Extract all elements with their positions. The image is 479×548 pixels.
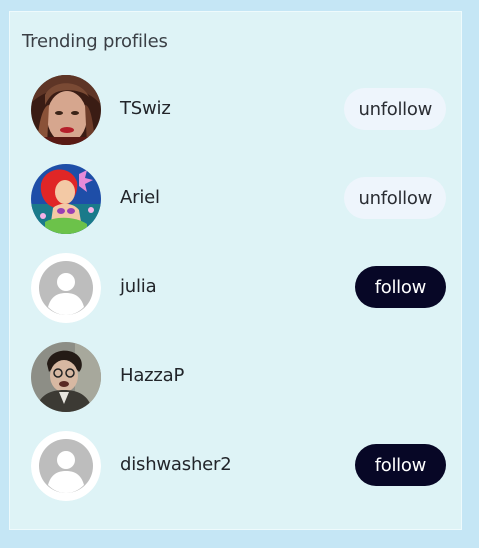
username[interactable]: dishwasher2 xyxy=(120,454,232,475)
avatar[interactable] xyxy=(31,342,101,412)
avatar[interactable] xyxy=(31,75,101,145)
avatar[interactable] xyxy=(31,164,101,234)
profile-row: HazzaP xyxy=(10,342,461,412)
follow-button[interactable]: follow xyxy=(354,444,446,486)
profile-row: Ariel unfollow xyxy=(10,164,461,234)
username[interactable]: TSwiz xyxy=(120,98,171,119)
default-user-icon xyxy=(31,431,101,501)
cartoon-mermaid-image xyxy=(31,164,101,234)
profile-photo-image xyxy=(31,75,101,145)
profile-row: dishwasher2 follow xyxy=(10,431,461,501)
profile-row: julia follow xyxy=(10,253,461,323)
unfollow-button[interactable]: unfollow xyxy=(344,177,446,219)
profile-photo-image xyxy=(31,342,101,412)
username[interactable]: julia xyxy=(120,276,157,297)
username[interactable]: HazzaP xyxy=(120,365,184,386)
follow-button[interactable]: follow xyxy=(354,266,446,308)
profile-row: TSwiz unfollow xyxy=(10,75,461,145)
username[interactable]: Ariel xyxy=(120,187,160,208)
trending-profiles-panel: Trending profiles TSwiz unfollow Ariel u… xyxy=(9,11,462,530)
unfollow-button[interactable]: unfollow xyxy=(344,88,446,130)
avatar[interactable] xyxy=(31,431,101,501)
default-user-icon xyxy=(31,253,101,323)
panel-title: Trending profiles xyxy=(22,31,168,52)
avatar[interactable] xyxy=(31,253,101,323)
